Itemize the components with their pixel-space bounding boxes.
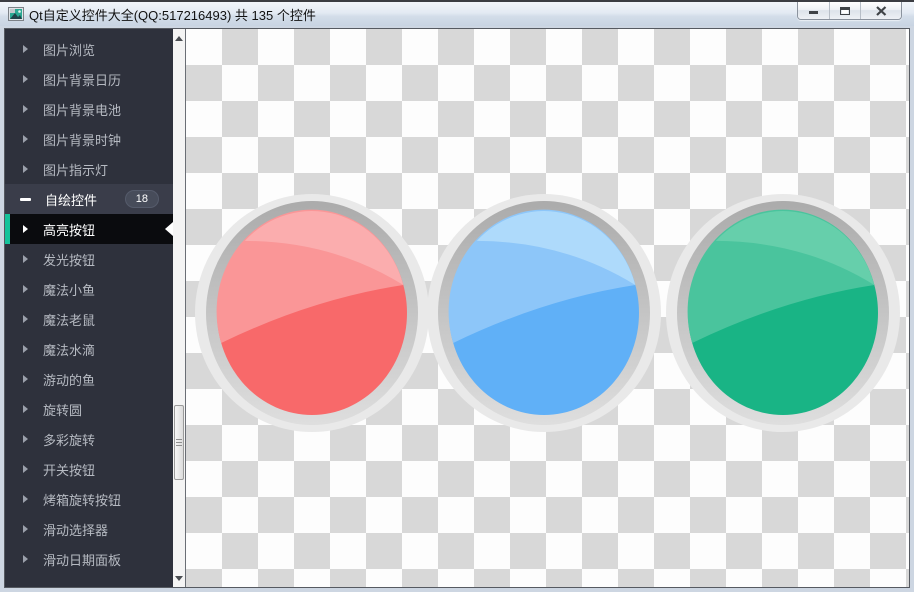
scroll-down-icon [175, 575, 183, 581]
sidebar-scrollbar[interactable] [173, 29, 186, 587]
title-bar[interactable]: Qt自定义控件大全(QQ:517216493) 共 135 个控件 [0, 2, 914, 26]
chevron-right-icon [23, 255, 28, 263]
chevron-right-icon [23, 345, 28, 353]
sidebar-item-rotating-circle[interactable]: 旋转圆 [5, 394, 173, 424]
sidebar-item-label: 发光按钮 [43, 252, 96, 268]
scroll-up-icon [175, 35, 183, 41]
sidebar-item-label: 滑动选择器 [43, 522, 109, 538]
sidebar-item-label: 图片背景电池 [43, 102, 122, 118]
green-highlight-button[interactable] [666, 194, 900, 432]
chevron-right-icon [23, 405, 28, 413]
chevron-right-icon [23, 525, 28, 533]
sidebar-item-label: 游动的鱼 [43, 372, 96, 388]
sidebar-item-switch-button[interactable]: 开关按钮 [5, 454, 173, 484]
sidebar-item-label: 魔法小鱼 [43, 282, 96, 298]
sidebar-item-label: 旋转圆 [43, 402, 83, 418]
maximize-button[interactable] [829, 2, 860, 19]
sidebar: 图片浏览 图片背景日历 图片背景电池 图片背景时钟 图片指示灯 自绘控件 18 … [5, 29, 173, 587]
collapse-minus-icon [20, 197, 31, 201]
sidebar-group-custom-widgets[interactable]: 自绘控件 18 [5, 184, 173, 214]
sidebar-item-label: 高亮按钮 [43, 222, 96, 238]
close-icon [875, 5, 886, 16]
sidebar-item-image-clock[interactable]: 图片背景时钟 [5, 124, 173, 154]
app-window: Qt自定义控件大全(QQ:517216493) 共 135 个控件 图片浏览 图… [0, 0, 914, 592]
chevron-right-icon [23, 225, 28, 233]
scroll-thumb[interactable] [174, 405, 184, 480]
minimize-button[interactable] [798, 2, 829, 19]
sidebar-item-magic-mouse[interactable]: 魔法老鼠 [5, 304, 173, 334]
caption-button-group [797, 2, 902, 20]
sidebar-item-image-indicator[interactable]: 图片指示灯 [5, 154, 173, 184]
chevron-right-icon [23, 315, 28, 323]
chevron-right-icon [23, 555, 28, 563]
sidebar-item-label: 图片指示灯 [43, 162, 109, 178]
sidebar-item-label: 图片背景日历 [43, 72, 122, 88]
sidebar-item-colorful-rotation[interactable]: 多彩旋转 [5, 424, 173, 454]
chevron-right-icon [23, 75, 28, 83]
sidebar-item-label: 魔法老鼠 [43, 312, 96, 328]
demo-canvas [186, 29, 909, 587]
sidebar-group-label: 自绘控件 [45, 192, 98, 208]
sidebar-item-glow-button[interactable]: 发光按钮 [5, 244, 173, 274]
chevron-right-icon [23, 465, 28, 473]
sidebar-item-oven-knob[interactable]: 烤箱旋转按钮 [5, 484, 173, 514]
sidebar-item-slide-date-panel[interactable]: 滑动日期面板 [5, 544, 173, 574]
sidebar-item-image-battery[interactable]: 图片背景电池 [5, 94, 173, 124]
red-highlight-button[interactable] [195, 194, 429, 432]
sidebar-item-label: 图片背景时钟 [43, 132, 122, 148]
sidebar-item-label: 开关按钮 [43, 462, 96, 478]
chevron-right-icon [23, 165, 28, 173]
app-image-icon [8, 7, 24, 21]
sidebar-item-label: 魔法水滴 [43, 342, 96, 358]
selected-accent-bar [5, 214, 10, 244]
sidebar-item-image-browse[interactable]: 图片浏览 [5, 34, 173, 64]
chevron-right-icon [23, 435, 28, 443]
chevron-right-icon [23, 105, 28, 113]
sidebar-item-image-calendar[interactable]: 图片背景日历 [5, 64, 173, 94]
blue-highlight-button[interactable] [427, 194, 661, 432]
close-button[interactable] [860, 2, 901, 19]
scroll-up-button[interactable] [173, 31, 185, 45]
sidebar-item-slide-selector[interactable]: 滑动选择器 [5, 514, 173, 544]
sidebar-item-label: 多彩旋转 [43, 432, 96, 448]
maximize-icon [839, 6, 850, 15]
sidebar-item-swimming-fish[interactable]: 游动的鱼 [5, 364, 173, 394]
chevron-right-icon [23, 375, 28, 383]
chevron-right-icon [23, 135, 28, 143]
sidebar-item-magic-drop[interactable]: 魔法水滴 [5, 334, 173, 364]
chevron-right-icon [23, 285, 28, 293]
sidebar-item-magic-fish[interactable]: 魔法小鱼 [5, 274, 173, 304]
chevron-right-icon [23, 495, 28, 503]
minimize-icon [808, 11, 818, 14]
sidebar-item-label: 滑动日期面板 [43, 552, 122, 568]
selected-marker-icon [165, 222, 173, 236]
sidebar-item-highlight-button[interactable]: 高亮按钮 [5, 214, 173, 244]
window-title: Qt自定义控件大全(QQ:517216493) 共 135 个控件 [29, 7, 316, 23]
count-badge: 18 [124, 190, 159, 208]
chevron-right-icon [23, 45, 28, 53]
sidebar-item-label: 图片浏览 [43, 42, 96, 58]
main-frame: 图片浏览 图片背景日历 图片背景电池 图片背景时钟 图片指示灯 自绘控件 18 … [4, 28, 910, 588]
scroll-down-button[interactable] [173, 571, 185, 585]
sidebar-item-label: 烤箱旋转按钮 [43, 492, 122, 508]
